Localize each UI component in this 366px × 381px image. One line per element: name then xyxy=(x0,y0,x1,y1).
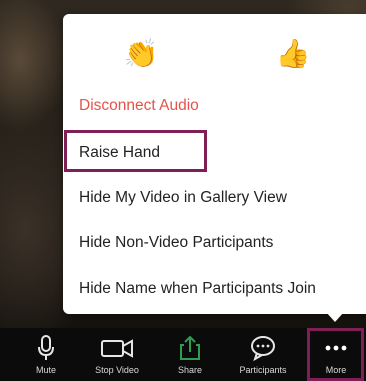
video-camera-icon xyxy=(100,335,134,361)
participants-button[interactable]: Participants xyxy=(233,328,293,381)
mute-label: Mute xyxy=(35,365,56,375)
share-label: Share xyxy=(177,365,203,375)
menu-pointer-arrow xyxy=(326,312,344,322)
share-upload-icon xyxy=(178,335,202,361)
share-button[interactable]: Share xyxy=(160,328,220,381)
hide-my-video-item[interactable]: Hide My Video in Gallery View xyxy=(79,184,287,212)
thumbs-up-reaction-icon[interactable]: 👍 xyxy=(271,32,315,76)
reactions-row: 👏 👍 xyxy=(63,14,366,86)
microphone-icon xyxy=(37,335,55,361)
stop-video-button[interactable]: Stop Video xyxy=(87,328,147,381)
disconnect-audio-item[interactable]: Disconnect Audio xyxy=(79,92,199,120)
clap-reaction-icon[interactable]: 👏 xyxy=(119,32,163,76)
more-button-highlight xyxy=(307,328,364,381)
raise-hand-highlight xyxy=(64,130,207,172)
participants-label: Participants xyxy=(239,365,287,375)
hide-name-on-join-item[interactable]: Hide Name when Participants Join xyxy=(79,275,316,303)
hide-non-video-participants-item[interactable]: Hide Non-Video Participants xyxy=(79,229,273,257)
chat-bubble-icon xyxy=(249,335,277,361)
mute-button[interactable]: Mute xyxy=(16,328,76,381)
stop-video-label: Stop Video xyxy=(95,365,139,375)
